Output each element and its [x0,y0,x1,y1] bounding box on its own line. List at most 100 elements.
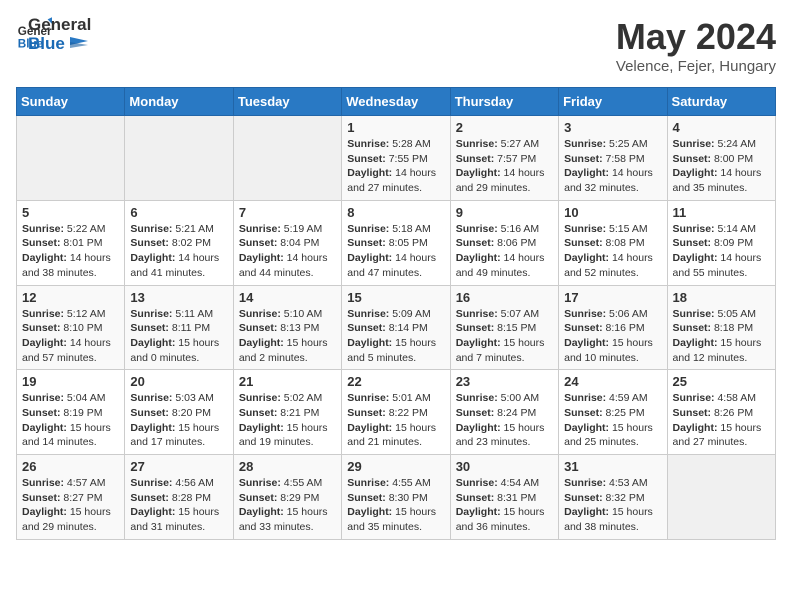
day-info: Sunrise: 5:04 AMSunset: 8:19 PMDaylight:… [22,391,119,450]
day-cell: 1 Sunrise: 5:28 AMSunset: 7:55 PMDaylight… [342,116,450,201]
page-header: General Blue General Blue May 2024 Velen… [16,16,776,75]
day-number: 12 [22,290,119,305]
day-cell [125,116,233,201]
day-number: 14 [239,290,336,305]
day-info: Sunrise: 5:27 AMSunset: 7:57 PMDaylight:… [456,137,553,196]
day-number: 10 [564,205,661,220]
day-info: Sunrise: 5:21 AMSunset: 8:02 PMDaylight:… [130,222,227,281]
calendar-title: May 2024 [616,16,776,58]
day-cell: 31Sunrise: 4:53 AMSunset: 8:32 PMDayligh… [559,455,667,540]
week-row-1: 1 Sunrise: 5:28 AMSunset: 7:55 PMDaylight… [17,116,776,201]
logo: General Blue General Blue [16,16,91,53]
day-cell: 4 Sunrise: 5:24 AMSunset: 8:00 PMDaylight… [667,116,775,201]
day-cell: 26Sunrise: 4:57 AMSunset: 8:27 PMDayligh… [17,455,125,540]
day-info: Sunrise: 4:59 AMSunset: 8:25 PMDaylight:… [564,391,661,450]
day-cell: 5 Sunrise: 5:22 AMSunset: 8:01 PMDaylight… [17,200,125,285]
day-cell [667,455,775,540]
day-info: Sunrise: 5:24 AMSunset: 8:00 PMDaylight:… [673,137,770,196]
day-number: 4 [673,120,770,135]
weekday-header-monday: Monday [125,88,233,116]
week-row-3: 12 Sunrise: 5:12 AMSunset: 8:10 PMDayligh… [17,285,776,370]
day-info: Sunrise: 5:25 AMSunset: 7:58 PMDaylight:… [564,137,661,196]
day-cell: 19 Sunrise: 5:04 AMSunset: 8:19 PMDayligh… [17,370,125,455]
day-cell: 15 Sunrise: 5:09 AMSunset: 8:14 PMDayligh… [342,285,450,370]
day-cell: 22 Sunrise: 5:01 AMSunset: 8:22 PMDayligh… [342,370,450,455]
day-number: 2 [456,120,553,135]
day-cell: 11Sunrise: 5:14 AMSunset: 8:09 PMDayligh… [667,200,775,285]
day-cell: 24 Sunrise: 4:59 AMSunset: 8:25 PMDayligh… [559,370,667,455]
day-info: Sunrise: 5:01 AMSunset: 8:22 PMDaylight:… [347,391,444,450]
logo-flag-icon [70,37,88,51]
day-info: Sunrise: 5:15 AMSunset: 8:08 PMDaylight:… [564,222,661,281]
day-info: Sunrise: 5:02 AMSunset: 8:21 PMDaylight:… [239,391,336,450]
day-info: Sunrise: 5:14 AMSunset: 8:09 PMDaylight:… [673,222,770,281]
day-cell: 18Sunrise: 5:05 AMSunset: 8:18 PMDayligh… [667,285,775,370]
day-info: Sunrise: 5:22 AMSunset: 8:01 PMDaylight:… [22,222,119,281]
day-cell [17,116,125,201]
day-cell: 13 Sunrise: 5:11 AMSunset: 8:11 PMDayligh… [125,285,233,370]
day-number: 5 [22,205,119,220]
weekday-header-thursday: Thursday [450,88,558,116]
logo-general-text: General [28,16,91,35]
day-cell: 6Sunrise: 5:21 AMSunset: 8:02 PMDaylight… [125,200,233,285]
day-info: Sunrise: 4:58 AMSunset: 8:26 PMDaylight:… [673,391,770,450]
weekday-header-saturday: Saturday [667,88,775,116]
weekday-header-friday: Friday [559,88,667,116]
day-info: Sunrise: 5:12 AMSunset: 8:10 PMDaylight:… [22,307,119,366]
day-number: 18 [673,290,770,305]
day-info: Sunrise: 5:18 AMSunset: 8:05 PMDaylight:… [347,222,444,281]
day-info: Sunrise: 5:16 AMSunset: 8:06 PMDaylight:… [456,222,553,281]
day-info: Sunrise: 5:03 AMSunset: 8:20 PMDaylight:… [130,391,227,450]
day-number: 20 [130,374,227,389]
day-info: Sunrise: 5:06 AMSunset: 8:16 PMDaylight:… [564,307,661,366]
day-number: 24 [564,374,661,389]
day-number: 22 [347,374,444,389]
day-cell [233,116,341,201]
day-number: 9 [456,205,553,220]
title-block: May 2024 Velence, Fejer, Hungary [616,16,776,75]
weekday-header-sunday: Sunday [17,88,125,116]
day-info: Sunrise: 5:28 AMSunset: 7:55 PMDaylight:… [347,137,444,196]
day-cell: 27Sunrise: 4:56 AMSunset: 8:28 PMDayligh… [125,455,233,540]
day-cell: 12 Sunrise: 5:12 AMSunset: 8:10 PMDayligh… [17,285,125,370]
day-number: 13 [130,290,227,305]
day-info: Sunrise: 4:53 AMSunset: 8:32 PMDaylight:… [564,476,661,535]
day-info: Sunrise: 5:09 AMSunset: 8:14 PMDaylight:… [347,307,444,366]
day-number: 27 [130,459,227,474]
day-info: Sunrise: 5:07 AMSunset: 8:15 PMDaylight:… [456,307,553,366]
logo-blue-text: Blue [28,35,91,54]
weekday-header-row: SundayMondayTuesdayWednesdayThursdayFrid… [17,88,776,116]
day-cell: 2 Sunrise: 5:27 AMSunset: 7:57 PMDaylight… [450,116,558,201]
day-cell: 10 Sunrise: 5:15 AMSunset: 8:08 PMDayligh… [559,200,667,285]
day-cell: 9 Sunrise: 5:16 AMSunset: 8:06 PMDaylight… [450,200,558,285]
day-info: Sunrise: 5:11 AMSunset: 8:11 PMDaylight:… [130,307,227,366]
day-info: Sunrise: 4:54 AMSunset: 8:31 PMDaylight:… [456,476,553,535]
weekday-header-wednesday: Wednesday [342,88,450,116]
week-row-5: 26Sunrise: 4:57 AMSunset: 8:27 PMDayligh… [17,455,776,540]
day-info: Sunrise: 5:19 AMSunset: 8:04 PMDaylight:… [239,222,336,281]
day-cell: 30 Sunrise: 4:54 AMSunset: 8:31 PMDayligh… [450,455,558,540]
day-number: 30 [456,459,553,474]
day-info: Sunrise: 5:10 AMSunset: 8:13 PMDaylight:… [239,307,336,366]
day-info: Sunrise: 5:00 AMSunset: 8:24 PMDaylight:… [456,391,553,450]
day-cell: 21Sunrise: 5:02 AMSunset: 8:21 PMDayligh… [233,370,341,455]
day-info: Sunrise: 4:55 AMSunset: 8:30 PMDaylight:… [347,476,444,535]
day-cell: 25Sunrise: 4:58 AMSunset: 8:26 PMDayligh… [667,370,775,455]
calendar-table: SundayMondayTuesdayWednesdayThursdayFrid… [16,87,776,540]
week-row-2: 5 Sunrise: 5:22 AMSunset: 8:01 PMDaylight… [17,200,776,285]
weekday-header-tuesday: Tuesday [233,88,341,116]
day-number: 17 [564,290,661,305]
day-number: 29 [347,459,444,474]
day-number: 1 [347,120,444,135]
day-cell: 17 Sunrise: 5:06 AMSunset: 8:16 PMDayligh… [559,285,667,370]
day-cell: 14 Sunrise: 5:10 AMSunset: 8:13 PMDayligh… [233,285,341,370]
day-number: 15 [347,290,444,305]
day-number: 28 [239,459,336,474]
calendar-subtitle: Velence, Fejer, Hungary [616,58,776,75]
day-cell: 16 Sunrise: 5:07 AMSunset: 8:15 PMDayligh… [450,285,558,370]
day-number: 23 [456,374,553,389]
day-cell: 20 Sunrise: 5:03 AMSunset: 8:20 PMDayligh… [125,370,233,455]
day-number: 19 [22,374,119,389]
day-cell: 8Sunrise: 5:18 AMSunset: 8:05 PMDaylight… [342,200,450,285]
day-number: 16 [456,290,553,305]
